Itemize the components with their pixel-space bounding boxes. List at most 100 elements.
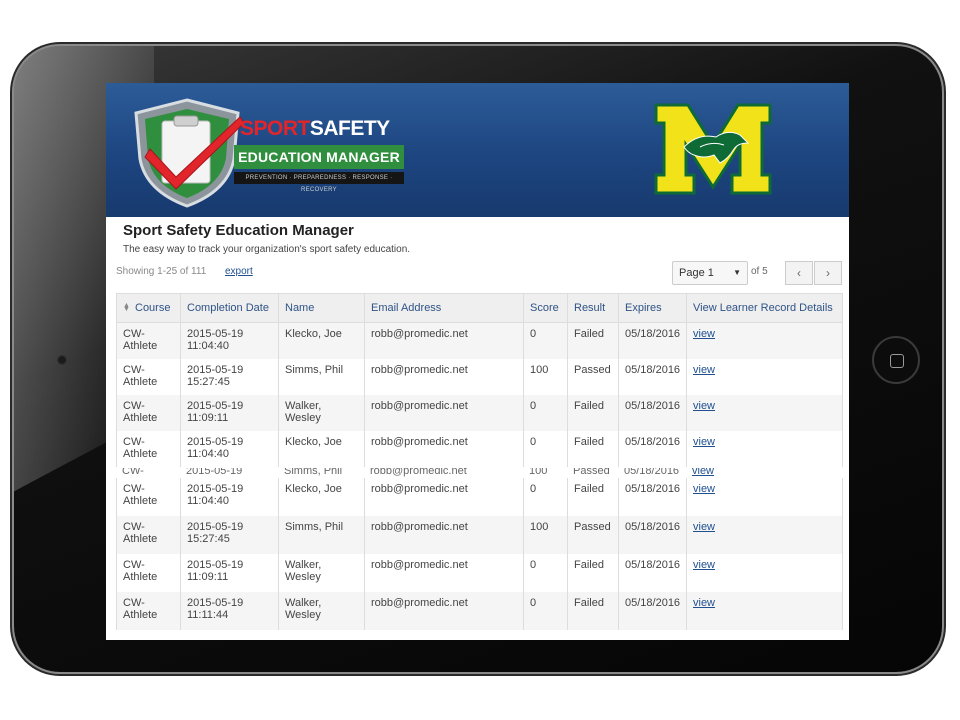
column-header-name[interactable]: Name (278, 293, 365, 323)
name-cell: Walker, Wesley (278, 395, 365, 431)
completion-date-cell: 2015-05-19 11:11:44 (180, 592, 279, 630)
table-row: CW-Athlete 2015-05-19 11:04:40 Klecko, Joe r… (116, 322, 843, 359)
details-cell: view (686, 359, 843, 395)
completion-date-cell: 2015-05-19 11:04:40 (180, 478, 279, 516)
course-cell: CW-Athlete (116, 322, 181, 359)
view-record-link[interactable]: view (693, 436, 715, 448)
view-record-link[interactable]: view (693, 597, 715, 609)
email-cell: robb@promedic.net (364, 478, 524, 516)
email-cell: robb@promedic.net (364, 516, 524, 554)
view-record-link[interactable]: view (693, 521, 715, 533)
email-cell: robb@promedic.net (364, 554, 524, 592)
table-row: CW-Athlete 2015-05-19 11:04:40 Klecko, Joe r… (116, 478, 843, 516)
column-header-details[interactable]: View Learner Record Details (686, 293, 843, 323)
result-cell: Failed (567, 431, 619, 467)
details-cell: view (686, 554, 843, 592)
result-cell: Passed (567, 359, 619, 395)
page-select[interactable]: Page 1 ▼ (672, 261, 748, 285)
column-header-completion-date[interactable]: Completion Date (180, 293, 279, 323)
score-cell: 0 (523, 554, 568, 592)
view-record-link[interactable]: view (693, 483, 715, 495)
table-row: CW-Athlete 2015-05-19 11:09:11 Walker, Wesl… (116, 554, 843, 592)
camera-icon (57, 355, 67, 365)
expires-cell: 05/18/2016 (618, 516, 687, 554)
email-cell: robb@promedic.net (364, 322, 524, 359)
completion-date-cell: 2015-05-19 15:27:45 (180, 516, 279, 554)
name-cell: Klecko, Joe (278, 478, 365, 516)
details-cell: view (686, 322, 843, 359)
details-cell: view (686, 516, 843, 554)
completion-time: 11:09:11 (187, 412, 229, 424)
completion-time: 15:27:45 (187, 533, 230, 545)
course-cell: CW-Athlete (116, 395, 181, 431)
school-m-mustang-logo (654, 103, 772, 195)
page-total: of 5 (751, 266, 768, 277)
column-header-course[interactable]: ▲ ▼ Course (116, 293, 181, 323)
column-header-result[interactable]: Result (567, 293, 619, 323)
completion-date: 2015-05-19 (187, 400, 244, 412)
seam-name: Simms, Phil (284, 468, 343, 477)
course-cell: CW-Athlete (116, 359, 181, 395)
table-row: CW-Athlete 2015-05-19 15:27:45 Simms, Phil r… (116, 359, 843, 395)
records-table-continued: CW-Athlete 2015-05-19 11:04:40 Klecko, Joe r… (116, 478, 843, 630)
email-cell: robb@promedic.net (364, 359, 524, 395)
name-cell: Simms, Phil (278, 359, 365, 395)
completion-time: 11:04:40 (187, 448, 230, 460)
completion-date-cell: 2015-05-19 11:09:11 (180, 395, 279, 431)
view-record-link[interactable]: view (693, 400, 715, 412)
column-header-score[interactable]: Score (523, 293, 568, 323)
result-cell: Failed (567, 395, 619, 431)
home-button[interactable] (872, 336, 920, 384)
next-page-button[interactable]: › (814, 261, 842, 285)
result-cell: Passed (567, 516, 619, 554)
email-cell: robb@promedic.net (364, 395, 524, 431)
expires-cell: 05/18/2016 (618, 478, 687, 516)
column-header-expires[interactable]: Expires (618, 293, 687, 323)
expires-cell: 05/18/2016 (618, 359, 687, 395)
completion-date: 2015-05-19 (187, 436, 244, 448)
email-cell: robb@promedic.net (364, 431, 524, 467)
seam-email: robb@promedic.net (370, 468, 467, 477)
score-cell: 100 (523, 516, 568, 554)
result-cell: Failed (567, 554, 619, 592)
seam-view-link[interactable]: view (692, 468, 714, 477)
completion-date-cell: 2015-05-19 11:09:11 (180, 554, 279, 592)
course-cell: CW-Athlete (116, 431, 181, 467)
view-record-link[interactable]: view (693, 364, 715, 376)
course-cell: CW-Athlete (116, 516, 181, 554)
expires-cell: 05/18/2016 (618, 322, 687, 359)
completion-time: 11:09:11 (187, 571, 229, 583)
column-header-email[interactable]: Email Address (364, 293, 524, 323)
view-record-link[interactable]: view (693, 328, 715, 340)
details-cell: view (686, 395, 843, 431)
result-cell: Failed (567, 592, 619, 630)
expires-cell: 05/18/2016 (618, 554, 687, 592)
prev-page-button[interactable]: ‹ (785, 261, 813, 285)
page-select-value: Page 1 (679, 267, 714, 279)
completion-date-cell: 2015-05-19 11:04:40 (180, 431, 279, 467)
home-square-icon (890, 354, 904, 368)
details-cell: view (686, 478, 843, 516)
records-table: ▲ ▼ Course Completion Date Name Email Addr… (116, 293, 843, 467)
details-cell: view (686, 592, 843, 630)
brand-title: SPORTSAFETY (240, 117, 390, 140)
completion-date: 2015-05-19 (187, 597, 244, 609)
brand-tagline: PREVENTION · PREPAREDNESS · RESPONSE · R… (234, 172, 404, 193)
score-cell: 0 (523, 431, 568, 467)
table-row: CW-Athlete 2015-05-19 11:04:40 Klecko, Joe r… (116, 431, 843, 467)
expires-cell: 05/18/2016 (618, 395, 687, 431)
export-link[interactable]: export (225, 266, 253, 277)
result-cell: Failed (567, 322, 619, 359)
completion-date: 2015-05-19 (187, 364, 244, 376)
showing-count: Showing 1-25 of 111 (116, 266, 207, 277)
course-cell: CW-Athlete (116, 478, 181, 516)
expires-cell: 05/18/2016 (618, 592, 687, 630)
brand-band: EDUCATION MANAGER (234, 145, 404, 169)
completion-time: 11:04:40 (187, 340, 230, 352)
table-row: CW-Athlete 2015-05-19 11:09:11 Walker, Wesl… (116, 395, 843, 431)
shield-clipboard-check-icon (134, 98, 245, 208)
page-title: Sport Safety Education Manager (123, 222, 354, 239)
completion-time: 11:04:40 (187, 495, 230, 507)
course-cell: CW-Athlete (116, 592, 181, 630)
view-record-link[interactable]: view (693, 559, 715, 571)
